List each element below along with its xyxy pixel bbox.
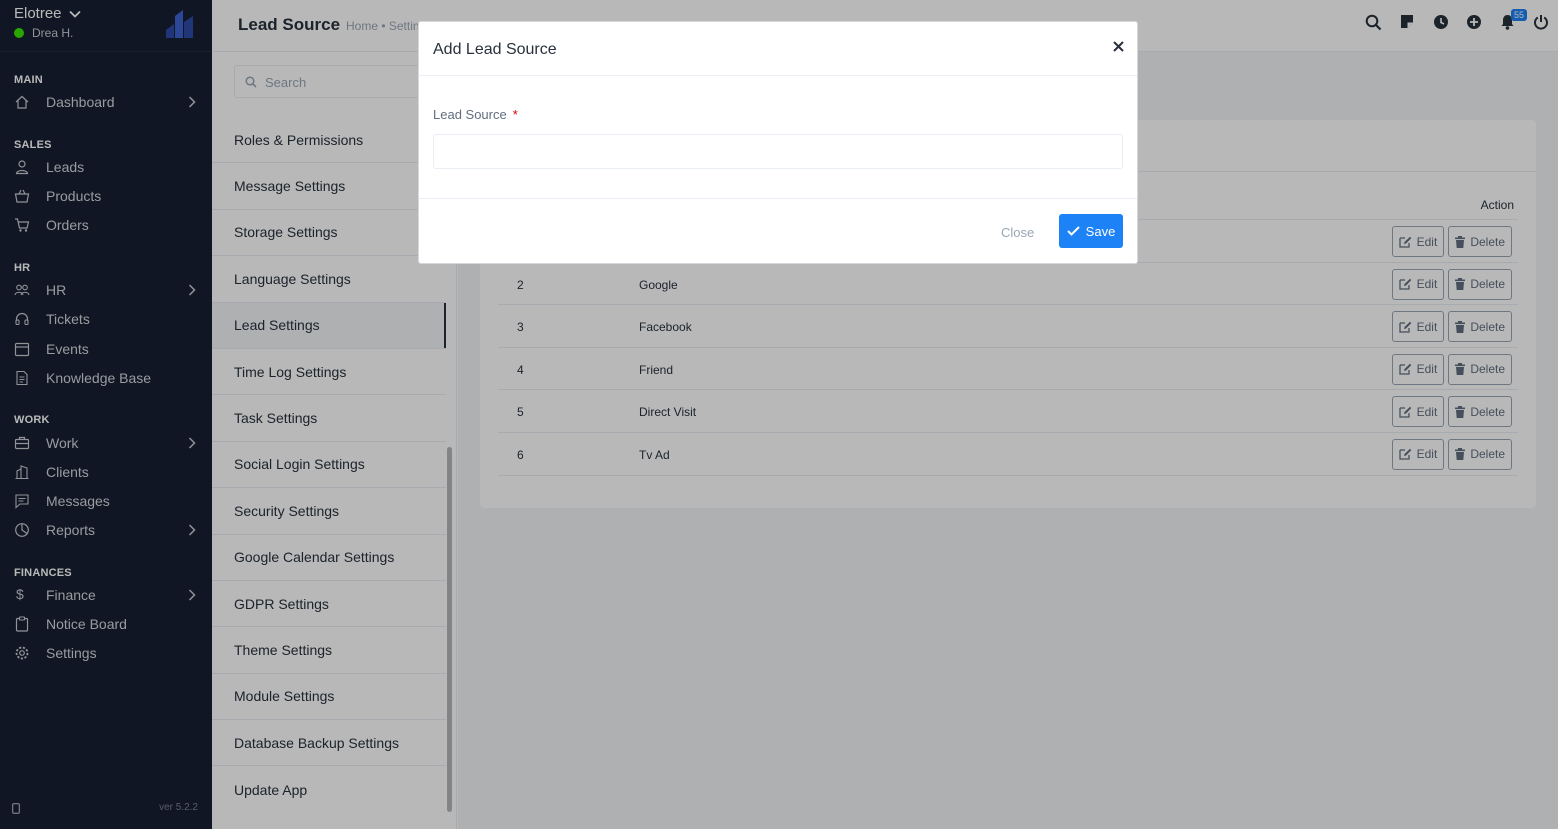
lead-source-input[interactable] — [433, 134, 1123, 169]
field-label-text: Lead Source — [433, 107, 507, 122]
modal-header: Add Lead Source — [419, 22, 1137, 76]
required-mark: * — [512, 107, 518, 122]
save-label: Save — [1085, 223, 1116, 239]
add-lead-source-modal: Add Lead Source Lead Source * Close Save — [418, 21, 1138, 264]
lead-source-label: Lead Source * — [433, 107, 518, 122]
check-icon — [1066, 226, 1080, 236]
save-button[interactable]: Save — [1059, 214, 1123, 248]
modal-footer: Close Save — [419, 198, 1137, 264]
close-icon[interactable] — [1113, 41, 1124, 52]
close-button[interactable]: Close — [1001, 225, 1034, 240]
modal-title: Add Lead Source — [433, 41, 557, 58]
